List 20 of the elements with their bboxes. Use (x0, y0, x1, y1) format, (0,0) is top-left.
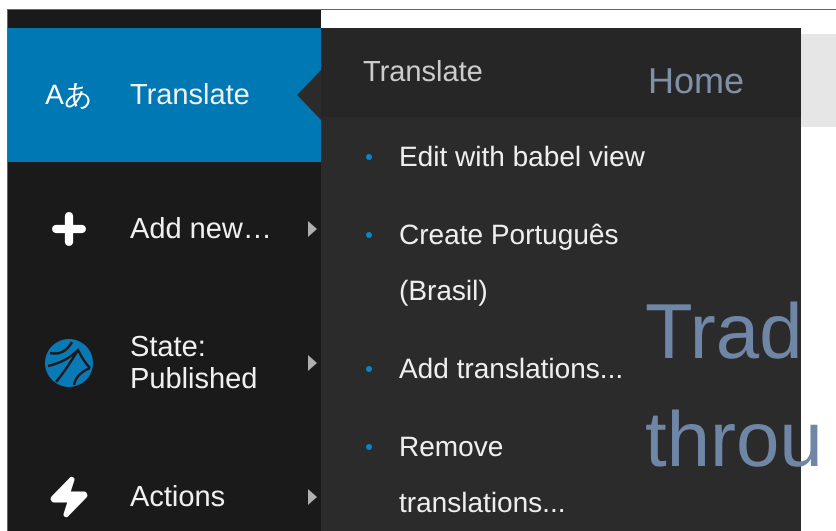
sidebar-label: Translate (130, 79, 251, 111)
chevron-right-icon (308, 221, 317, 237)
breadcrumb-link[interactable]: Home (648, 54, 744, 108)
sidebar-label: Actions (130, 481, 226, 513)
bullet-icon (366, 444, 372, 450)
chevron-right-icon (308, 355, 317, 371)
sidebar-item[interactable]: Aあ Translate (8, 28, 321, 162)
submenu-item[interactable]: Add translations... (399, 341, 646, 397)
submenu-item[interactable]: Edit with babel view (399, 129, 646, 185)
submenu-item[interactable]: Remove translations... (399, 419, 646, 531)
translate-icon: Aあ (45, 81, 93, 109)
bullet-icon (366, 154, 372, 160)
sidebar-label: State: Published (130, 331, 258, 395)
sidebar-label: Add new… (130, 213, 273, 245)
globe-icon (44, 338, 94, 388)
bullet-icon (366, 366, 372, 372)
bullet-icon (366, 232, 372, 238)
chevron-right-icon (308, 489, 317, 505)
submenu-title: Translate (363, 54, 483, 90)
submenu-item[interactable]: Create Português (Brasil) (399, 207, 646, 319)
